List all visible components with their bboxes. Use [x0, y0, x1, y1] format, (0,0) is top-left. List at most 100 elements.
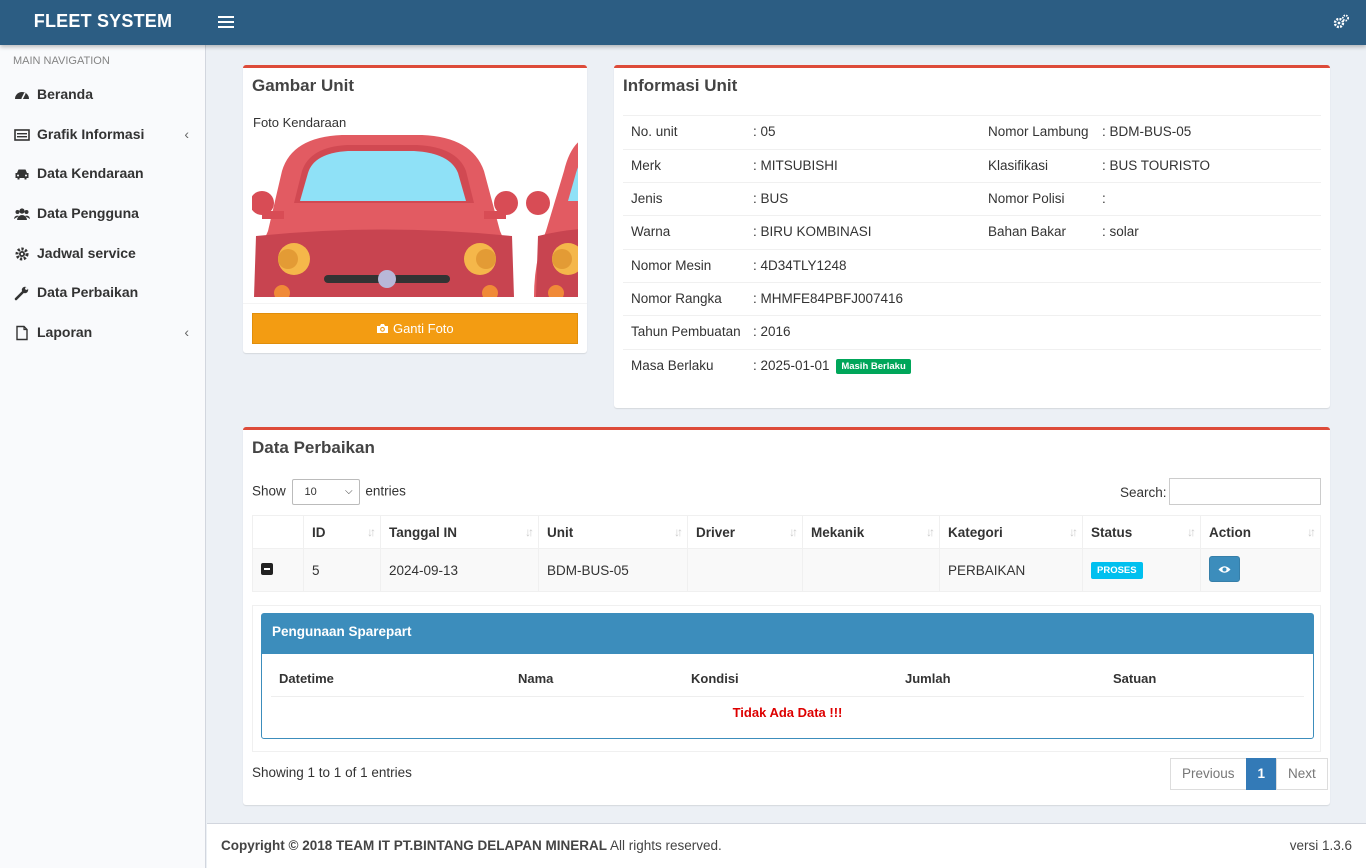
search-label: Search:	[1120, 485, 1167, 500]
column-header-kategori[interactable]: Kategori ↓↑	[939, 515, 1083, 549]
info-label: Nomor Mesin	[631, 258, 712, 273]
sidebar-item-data-perbaikan[interactable]: Data Perbaikan	[0, 273, 205, 313]
sparepart-column-header: Datetime	[279, 671, 334, 686]
column-header-mekanik[interactable]: Mekanik ↓↑	[802, 515, 940, 549]
search-input[interactable]	[1169, 478, 1321, 505]
perbaikan-table: ID ↓↑ Tanggal IN ↓↑ Unit ↓↑ Driver ↓↑ Mekani…	[252, 515, 1321, 592]
table-row: 5 2024-09-13 BDM-BUS-05 PERBAIKAN PROSES	[252, 548, 1321, 592]
sidebar-item-data-pengguna[interactable]: Data Pengguna	[0, 194, 205, 234]
info-value: : 05	[753, 124, 776, 139]
sidebar-item-label: Data Kendaraan	[37, 165, 144, 182]
info-row: Tahun Pembuatan : 2016	[623, 315, 1321, 348]
column-header-driver[interactable]: Driver ↓↑	[687, 515, 803, 549]
column-header-status[interactable]: Status ↓↑	[1082, 515, 1201, 549]
sidebar-item-label: Data Pengguna	[37, 205, 139, 222]
sort-icon: ↓↑	[1307, 525, 1316, 539]
row-collapse-toggle[interactable]	[252, 548, 304, 592]
sparepart-column-header: Jumlah	[905, 671, 951, 686]
sidebar-item-label: Data Perbaikan	[37, 284, 139, 301]
footer: Copyright © 2018 TEAM IT PT.BINTANG DELA…	[207, 823, 1366, 868]
info-value: : 2016	[753, 324, 791, 339]
gambar-unit-box: Gambar Unit Foto Kendaraan Ganti Foto	[243, 65, 587, 353]
box-divider	[243, 303, 587, 304]
car-icon	[15, 169, 29, 180]
info-label: Masa Berlaku	[631, 358, 714, 373]
pagination-previous[interactable]: Previous	[1170, 758, 1247, 790]
users-icon	[14, 208, 30, 221]
status-badge: PROSES	[1091, 562, 1143, 579]
entries-label: entries	[365, 483, 406, 499]
sort-icon: ↓↑	[525, 525, 534, 539]
rights-text: All rights reserved.	[609, 838, 722, 853]
column-header-tanggal-in[interactable]: Tanggal IN ↓↑	[380, 515, 539, 549]
info-row: Nomor Mesin : 4D34TLY1248	[623, 249, 1321, 282]
info-value: : MITSUBISHI	[753, 158, 838, 173]
info-value: : MHMFE84PBFJ007416	[753, 291, 904, 306]
ganti-foto-button[interactable]: Ganti Foto	[252, 313, 578, 344]
column-header-expand	[252, 515, 304, 549]
minus-square-icon[interactable]	[261, 562, 273, 575]
cell-status: PROSES	[1082, 548, 1201, 592]
panel-title: Pengunaan Sparepart	[262, 614, 1313, 654]
info-value: : BUS TOURISTO	[1102, 158, 1211, 173]
eye-icon	[1218, 565, 1231, 573]
pagination-next[interactable]: Next	[1276, 758, 1328, 790]
info-row: Nomor Rangka : MHMFE84PBFJ007416	[623, 282, 1321, 315]
info-label: Merk	[631, 158, 661, 173]
cell-driver	[687, 548, 803, 592]
box-title: Gambar Unit	[252, 76, 355, 95]
info-label: Tahun Pembuatan	[631, 324, 741, 339]
show-label: Show	[252, 483, 286, 499]
info-value: : BUS	[753, 191, 789, 206]
sidebar-item-grafik-informasi[interactable]: Grafik Informasi ‹	[0, 115, 205, 155]
sidebar-item-label: Jadwal service	[37, 244, 136, 261]
sort-icon: ↓↑	[367, 525, 376, 539]
empty-data-message: Tidak Ada Data !!!	[732, 705, 843, 720]
sidebar-item-label: Beranda	[37, 86, 94, 102]
info-row: Merk : MITSUBISHI Klasifikasi : BUS TOUR…	[623, 149, 1321, 182]
table-info-text: Showing 1 to 1 of 1 entries	[252, 765, 412, 780]
entries-select[interactable]: 10 ⌵	[291, 479, 360, 505]
box-title: Informasi Unit	[623, 76, 738, 95]
panel-divider	[271, 696, 1304, 697]
sidebar-item-laporan[interactable]: Laporan ‹	[0, 313, 205, 353]
sparepart-column-header: Satuan	[1113, 671, 1157, 686]
sort-icon: ↓↑	[674, 525, 683, 539]
pagination-page-1[interactable]: 1	[1245, 758, 1278, 790]
info-label: Nomor Lambung	[988, 124, 1089, 139]
cell-action	[1200, 548, 1321, 592]
sidebar: MAIN NAVIGATION Beranda Grafik Informasi…	[0, 45, 206, 868]
info-value-group: : 2025-01-01 Masih Berlaku	[753, 358, 911, 374]
sort-icon: ↓↑	[1187, 525, 1196, 539]
app-logo[interactable]: FLEET SYSTEM	[0, 0, 206, 45]
entries-select-value: 10	[304, 486, 317, 498]
cell-unit: BDM-BUS-05	[538, 548, 688, 592]
version-text: versi 1.3.6	[1289, 838, 1352, 853]
info-value: :	[1102, 191, 1106, 206]
sidebar-item-label: Grafik Informasi	[37, 125, 145, 142]
sidebar-item-data-kendaraan[interactable]: Data Kendaraan	[0, 154, 205, 194]
sidebar-item-label: Laporan	[37, 324, 93, 341]
menu-toggle-icon[interactable]	[218, 13, 234, 31]
info-label: No. unit	[631, 124, 678, 139]
pagination: Previous 1 Next	[1170, 758, 1328, 790]
row-detail-container: Pengunaan Sparepart Datetime Nama Kondis…	[252, 605, 1321, 752]
chevron-left-icon: ‹	[184, 324, 189, 341]
gears-icon[interactable]	[1332, 13, 1350, 31]
info-label: Warna	[631, 224, 671, 239]
sidebar-item-beranda[interactable]: Beranda	[0, 75, 205, 115]
view-button[interactable]	[1209, 555, 1240, 582]
sort-icon: ↓↑	[926, 525, 935, 539]
box-title: Data Perbaikan	[252, 438, 375, 457]
footer-copyright: Copyright © 2018 TEAM IT PT.BINTANG DELA…	[221, 838, 722, 853]
column-header-action[interactable]: Action ↓↑	[1200, 515, 1321, 549]
sidebar-item-jadwal-service[interactable]: Jadwal service	[0, 234, 205, 274]
column-header-unit[interactable]: Unit ↓↑	[538, 515, 688, 549]
cell-kategori: PERBAIKAN	[939, 548, 1083, 592]
car-illustration	[252, 135, 578, 297]
column-header-id[interactable]: ID ↓↑	[303, 515, 381, 549]
info-label: Bahan Bakar	[988, 224, 1067, 239]
info-label: Klasifikasi	[988, 158, 1049, 173]
info-row: No. unit : 05 Nomor Lambung : BDM-BUS-05	[623, 115, 1321, 148]
image-alt-text: Foto Kendaraan	[253, 115, 347, 130]
